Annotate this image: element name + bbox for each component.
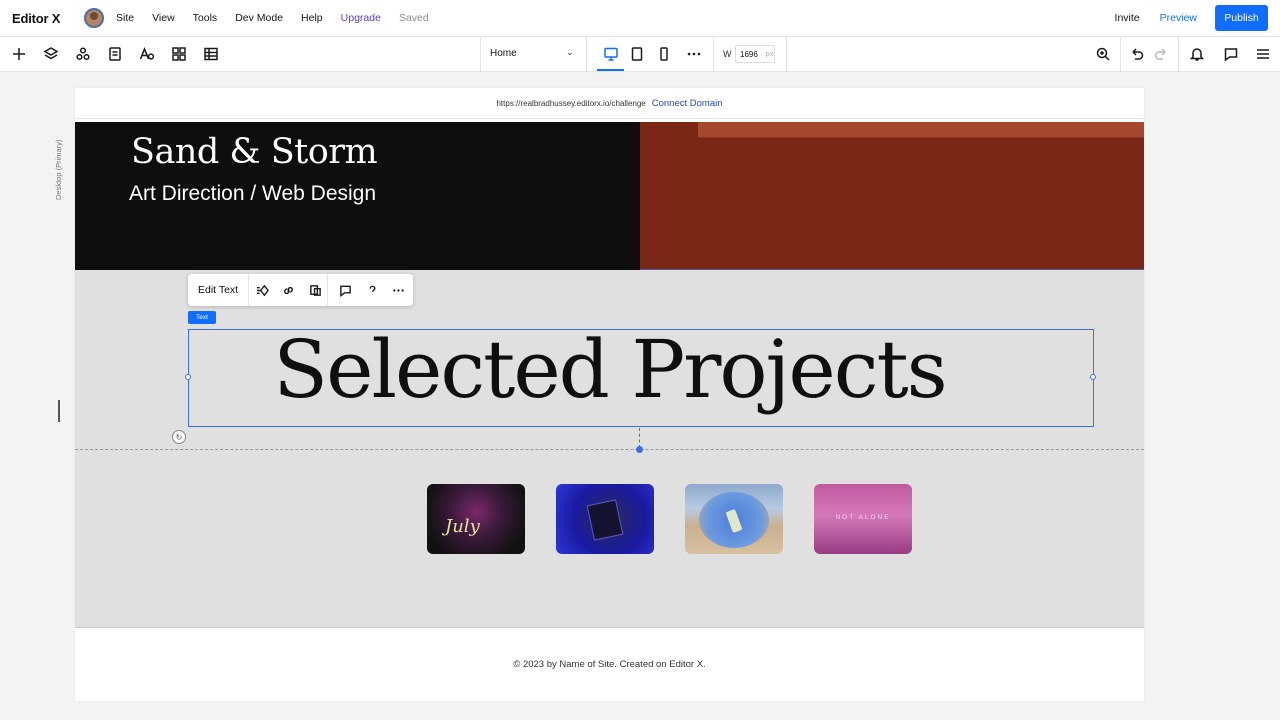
redo-icon[interactable] <box>1152 45 1170 63</box>
hero-title[interactable]: Sand & Storm <box>131 132 378 172</box>
inspector-icon[interactable] <box>1254 45 1272 63</box>
preview-button[interactable]: Preview <box>1160 12 1197 24</box>
edit-text-button[interactable]: Edit Text <box>198 284 238 296</box>
app-logo: Editor X <box>12 10 61 26</box>
components-icon[interactable] <box>74 45 92 63</box>
rotate-icon[interactable]: ↻ <box>172 430 186 444</box>
menu-item-site[interactable]: Site <box>116 12 134 24</box>
resize-handle[interactable] <box>58 400 60 422</box>
thumbnail-caption: NOT ALONE <box>835 514 891 521</box>
animation-icon[interactable] <box>254 282 270 298</box>
thumbnail-caption: July <box>445 516 480 537</box>
tablet-icon[interactable] <box>628 45 646 63</box>
menu-item-view[interactable]: View <box>152 12 175 24</box>
editor-toolbar: Home ⌄ W 1696 px <box>0 37 1280 72</box>
hero-subtitle[interactable]: Art Direction / Web Design <box>129 182 376 206</box>
save-status: Saved <box>398 12 429 24</box>
publish-button[interactable]: Publish <box>1215 5 1268 31</box>
resize-handle-right[interactable] <box>1090 374 1096 380</box>
projects-section[interactable]: Selected Projects July NOT ALONE <box>75 270 1144 628</box>
top-bar: Editor X Site View Tools Dev Mode Help U… <box>0 0 1280 37</box>
comment-icon[interactable] <box>1222 45 1240 63</box>
more-icon[interactable] <box>390 282 406 298</box>
hero-section[interactable]: Sand & Storm Art Direction / Web Design <box>75 122 640 270</box>
toolbar-divider <box>713 37 714 72</box>
section-guide-line <box>75 449 1144 450</box>
toolbar-divider <box>586 37 587 72</box>
layers-icon[interactable] <box>42 45 60 63</box>
site-url: https://realbradhussey.editorx.io/challe… <box>496 98 646 108</box>
menu-item-tools[interactable]: Tools <box>193 12 218 24</box>
undo-icon[interactable] <box>1128 45 1146 63</box>
project-thumbnail[interactable] <box>685 484 783 554</box>
help-icon[interactable] <box>364 282 380 298</box>
footer-text: © 2023 by Name of Site. Created on Edito… <box>513 659 706 670</box>
page-selector[interactable]: Home <box>490 48 517 59</box>
add-icon[interactable] <box>10 45 28 63</box>
table-icon[interactable] <box>202 45 220 63</box>
zoom-icon[interactable] <box>1094 45 1112 63</box>
selection-tag: Text <box>188 311 216 324</box>
device-image <box>586 499 624 541</box>
main-menu: Site View Tools Dev Mode Help Upgrade Sa… <box>116 12 447 24</box>
toolbar-divider <box>786 37 787 72</box>
anchor-handle[interactable] <box>636 446 643 453</box>
selection-box[interactable] <box>188 329 1094 427</box>
width-input[interactable]: 1696 px <box>735 45 775 63</box>
width-unit: px <box>765 50 774 58</box>
width-label: W <box>723 49 732 59</box>
width-value: 1696 <box>740 49 758 59</box>
hero-image-detail <box>698 122 1144 138</box>
connect-domain-link[interactable]: Connect Domain <box>652 98 723 109</box>
site-footer[interactable]: © 2023 by Name of Site. Created on Edito… <box>75 629 1144 701</box>
typography-icon[interactable] <box>138 45 156 63</box>
duplicate-icon[interactable] <box>307 282 323 298</box>
context-divider <box>248 274 249 306</box>
context-divider <box>327 274 328 306</box>
link-icon[interactable] <box>280 282 296 298</box>
toolbar-divider <box>480 37 481 72</box>
bell-icon[interactable] <box>1188 45 1206 63</box>
toolbar-divider <box>1178 37 1179 72</box>
url-bar: https://realbradhussey.editorx.io/challe… <box>75 88 1144 119</box>
more-icon[interactable] <box>685 45 703 63</box>
menu-item-dev-mode[interactable]: Dev Mode <box>235 12 283 24</box>
resize-handle-left[interactable] <box>185 374 191 380</box>
invite-button[interactable]: Invite <box>1115 12 1140 24</box>
project-thumbnail[interactable] <box>556 484 654 554</box>
pages-icon[interactable] <box>106 45 124 63</box>
project-thumbnail[interactable]: NOT ALONE <box>814 484 912 554</box>
project-thumbnail[interactable]: July <box>427 484 525 554</box>
top-actions: Invite Preview Publish <box>1115 5 1268 31</box>
menu-item-help[interactable]: Help <box>301 12 323 24</box>
apps-icon[interactable] <box>170 45 188 63</box>
hero-image[interactable] <box>640 122 1144 270</box>
breakpoint-label: Desktop (Primary) <box>54 139 63 200</box>
chevron-down-icon[interactable]: ⌄ <box>566 47 574 58</box>
mobile-icon[interactable] <box>655 45 673 63</box>
anchor-guide <box>639 428 640 448</box>
avatar[interactable] <box>84 8 104 28</box>
element-context-toolbar: Edit Text <box>188 274 413 306</box>
toolbar-divider <box>1120 37 1121 72</box>
menu-item-upgrade[interactable]: Upgrade <box>341 12 381 24</box>
desktop-icon[interactable] <box>602 45 620 63</box>
comment-icon[interactable] <box>337 282 353 298</box>
active-device-indicator <box>597 69 624 71</box>
